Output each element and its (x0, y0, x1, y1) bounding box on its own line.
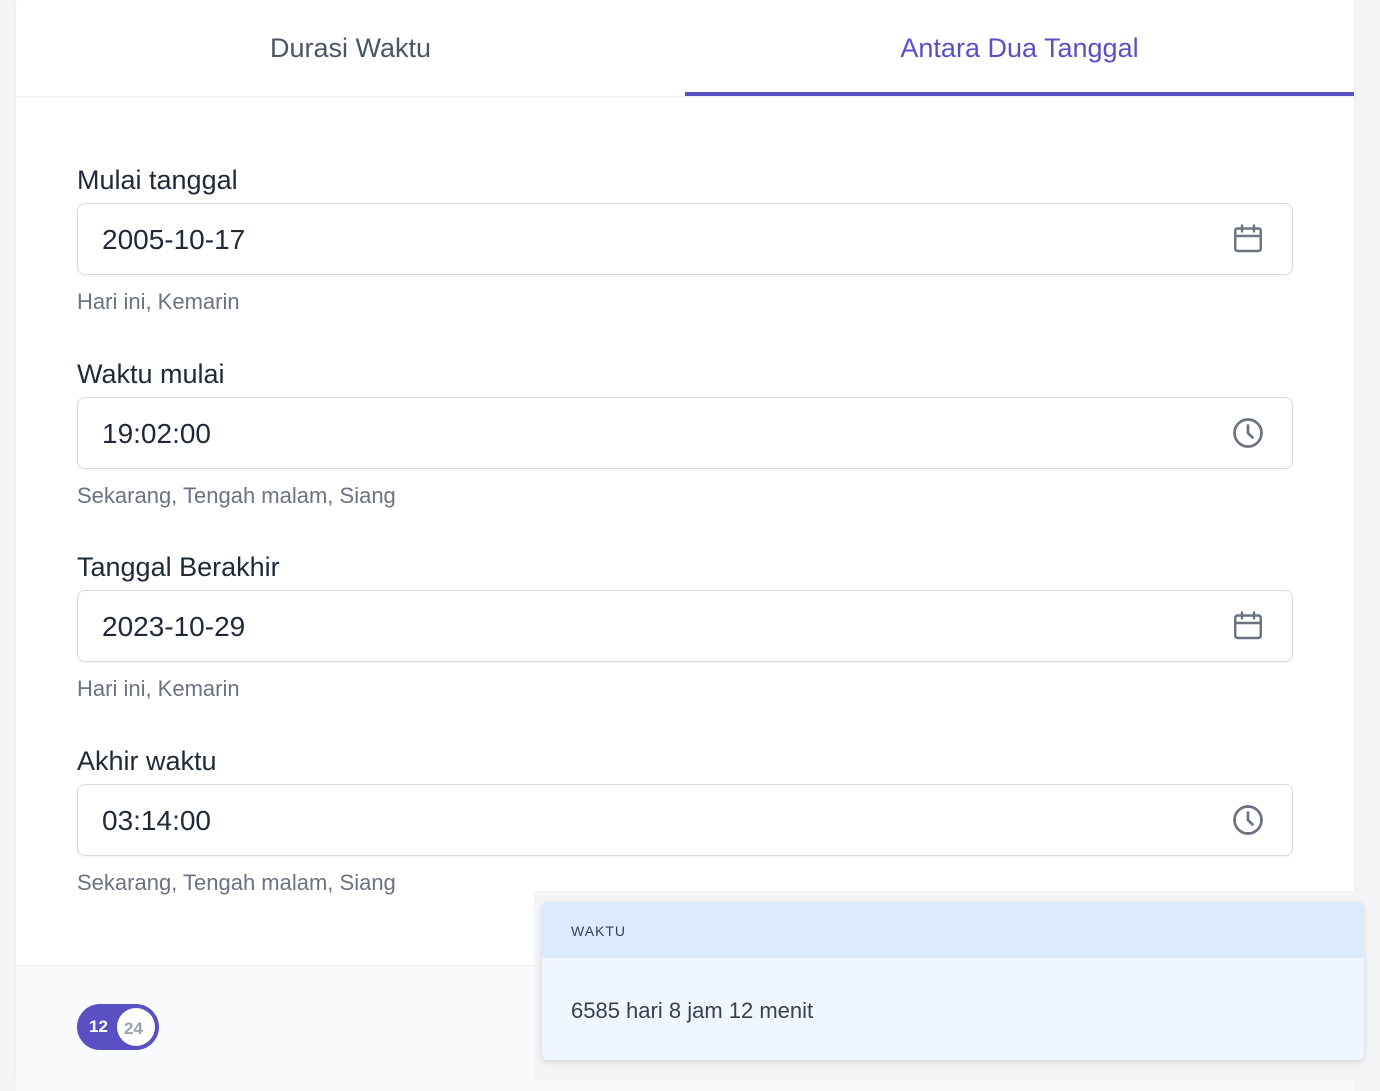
tab-antara-dua-tanggal[interactable]: Antara Dua Tanggal (685, 0, 1354, 96)
end-time-label: Akhir waktu (77, 746, 217, 776)
clock-icon[interactable] (1230, 415, 1266, 451)
start-date-input[interactable]: 2005-10-17 (77, 203, 1293, 275)
start-date-label: Mulai tanggal (77, 165, 238, 195)
end-date-value: 2023-10-29 (102, 611, 246, 642)
start-time-input[interactable]: 19:02:00 (77, 397, 1293, 469)
toggle-12-label: 12 (89, 1017, 108, 1036)
start-time-label: Waktu mulai (77, 359, 225, 389)
toggle-24-label: 24 (124, 1019, 143, 1038)
result-value: 6585 hari 8 jam 12 menit (571, 998, 814, 1023)
start-time-value: 19:02:00 (102, 418, 211, 449)
result-title: WAKTU (571, 923, 627, 939)
active-tab-indicator (685, 92, 1354, 96)
start-date-hint[interactable]: Hari ini, Kemarin (77, 289, 240, 315)
calendar-icon[interactable] (1230, 221, 1266, 257)
end-date-label: Tanggal Berakhir (77, 552, 280, 582)
tab-durasi-waktu[interactable]: Durasi Waktu (16, 0, 685, 96)
end-time-hint[interactable]: Sekarang, Tengah malam, Siang (77, 870, 396, 896)
clock-icon[interactable] (1230, 802, 1266, 838)
end-date-hint[interactable]: Hari ini, Kemarin (77, 676, 240, 702)
start-date-value: 2005-10-17 (102, 224, 246, 255)
calendar-icon[interactable] (1230, 608, 1266, 644)
time-format-toggle[interactable]: 12 24 (77, 1004, 159, 1050)
end-date-input[interactable]: 2023-10-29 (77, 590, 1293, 662)
toggle-knob: 24 (117, 1008, 155, 1046)
tab-bar: Durasi Waktu Antara Dua Tanggal (16, 0, 1354, 98)
result-panel: WAKTU 6585 hari 8 jam 12 menit (542, 902, 1364, 1060)
end-time-input[interactable]: 03:14:00 (77, 784, 1293, 856)
end-time-value: 03:14:00 (102, 805, 211, 836)
start-time-hint[interactable]: Sekarang, Tengah malam, Siang (77, 483, 396, 509)
result-header: WAKTU (542, 902, 1364, 958)
